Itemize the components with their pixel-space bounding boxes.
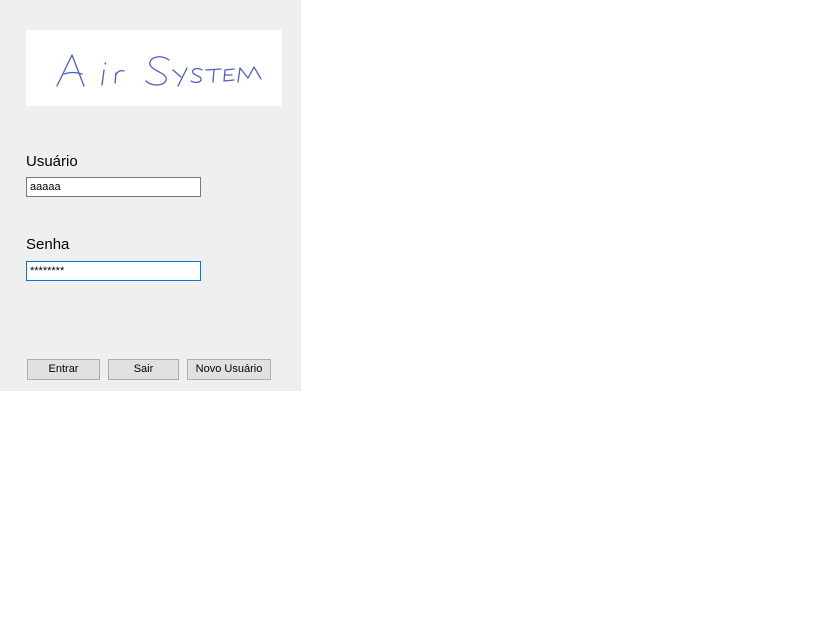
new-user-button[interactable]: Novo Usuário xyxy=(187,359,271,380)
username-input[interactable] xyxy=(26,177,201,197)
air-system-signature-logo xyxy=(56,54,262,87)
password-input[interactable] xyxy=(26,261,201,281)
exit-button[interactable]: Sair xyxy=(108,359,179,380)
logo xyxy=(26,30,282,106)
username-label: Usuário xyxy=(26,153,78,170)
login-panel: Usuário Senha Entrar Sair Novo Usuário xyxy=(0,0,301,391)
enter-button[interactable]: Entrar xyxy=(27,359,100,380)
password-label: Senha xyxy=(26,236,70,253)
